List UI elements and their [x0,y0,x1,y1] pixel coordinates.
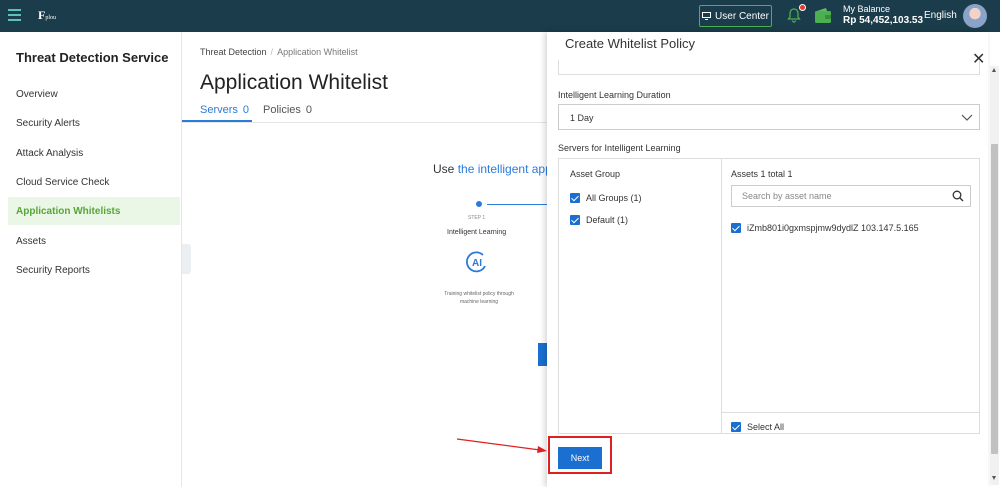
sidebar-item-security-reports[interactable]: Security Reports [8,256,180,284]
drawer-title: Create Whitelist Policy [565,36,696,51]
search-icon[interactable] [952,190,964,202]
tab-servers[interactable]: Servers 0 [200,104,249,116]
page-title: Application Whitelist [200,71,388,94]
menu-icon[interactable] [8,9,21,21]
group-label: Default (1) [586,215,629,225]
sidebar-item-attack-analysis[interactable]: Attack Analysis [8,139,180,167]
tab-policies-count: 0 [305,104,313,116]
tab-policies[interactable]: Policies 0 [263,104,312,116]
checkbox-checked-icon [731,422,741,432]
scroll-down-icon[interactable] [992,476,996,480]
tab-servers-count: 0 [242,104,250,116]
user-center-label: User Center [715,10,769,22]
sidebar-item-application-whitelists[interactable]: Application Whitelists [8,197,180,225]
sidebar-collapse-handle[interactable] [182,244,191,274]
asset-checkbox[interactable]: iZmb801i0gxmspjmw9dydlZ 103.147.5.165 [731,223,919,233]
asset-search [731,185,971,207]
balance-label: My Balance [843,4,891,14]
notification-badge [799,4,806,11]
checkbox-checked-icon [731,223,741,233]
avatar[interactable] [963,4,987,28]
step-connector-line [487,204,547,205]
step-description: Training whitelist policy through machin… [444,291,514,305]
user-center-button[interactable]: User Center [699,5,772,27]
select-all-divider [722,412,979,413]
duration-value: 1 Day [570,113,594,123]
group-label: All Groups (1) [586,193,642,203]
duration-select[interactable]: 1 Day [558,104,980,130]
step-indicator-dot [476,201,482,207]
checkbox-checked-icon [570,215,580,225]
sidebar-item-security-alerts[interactable]: Security Alerts [8,109,180,137]
policy-name-field-partial[interactable] [558,60,980,75]
checkbox-checked-icon [570,193,580,203]
breadcrumb: Threat Detection / Application Whitelist [200,47,358,57]
ai-icon-label: AI [472,258,482,269]
panel-divider [721,159,722,433]
sidebar-title: Threat Detection Service [16,50,169,65]
chevron-down-icon [961,114,973,121]
step-name: Intelligent Learning [447,229,507,236]
step-number: STEP 1 [468,215,486,221]
sidebar: Threat Detection Service Overview Securi… [0,32,182,487]
breadcrumb-separator: / [270,47,274,57]
assets-header: Assets 1 total 1 [731,169,793,179]
active-tab-indicator [182,120,252,122]
asset-group-header: Asset Group [570,169,621,179]
logo[interactable]: Fplou [38,8,56,23]
drawer-scrollbar[interactable] [990,66,999,485]
scroll-up-icon[interactable] [992,68,996,72]
language-selector[interactable]: English [924,10,957,21]
select-all-label: Select All [747,422,785,432]
start-button-partial[interactable] [538,343,547,366]
top-bar: Fplou User Center My Balance Rp 54,452,1… [0,0,1000,32]
tab-policies-label: Policies [263,104,301,116]
create-whitelist-policy-drawer: Create Whitelist Policy ✕ Intelligent Le… [547,32,988,487]
select-all-checkbox[interactable]: Select All [731,422,784,432]
highlight-box-annotation [548,436,612,474]
breadcrumb-current: Application Whitelist [277,47,358,57]
sidebar-item-assets[interactable]: Assets [8,227,180,255]
arrow-annotation-icon [456,438,547,453]
sidebar-item-cloud-service-check[interactable]: Cloud Service Check [8,168,180,196]
wallet-icon[interactable] [814,7,832,24]
breadcrumb-link-threat-detection[interactable]: Threat Detection [200,47,267,57]
group-checkbox-all[interactable]: All Groups (1) [570,193,642,203]
duration-label: Intelligent Learning Duration [558,90,671,100]
balance-display[interactable]: My Balance Rp 54,452,103.53 [843,4,923,26]
asset-label: iZmb801i0gxmspjmw9dydlZ 103.147.5.165 [747,223,919,233]
server-selection-panel: Asset Group All Groups (1) Default (1) A… [558,158,980,434]
asset-search-input[interactable] [732,186,946,206]
group-checkbox-default[interactable]: Default (1) [570,215,628,225]
balance-amount: Rp 54,452,103.53 [843,15,924,26]
intro-prefix: Use [433,162,458,176]
tab-servers-label: Servers [200,104,238,116]
monitor-icon [702,12,712,20]
sidebar-item-overview[interactable]: Overview [8,80,180,108]
intro-highlight: the intelligent appl [457,162,555,176]
servers-label: Servers for Intelligent Learning [558,143,681,153]
intro-text: Use the intelligent appl [433,162,554,176]
ai-icon: AI [466,251,486,273]
scroll-thumb[interactable] [991,144,998,454]
